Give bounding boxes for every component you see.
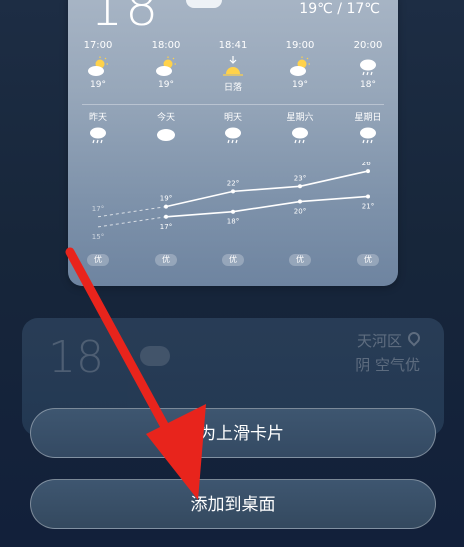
high-temp-line-segment — [165, 190, 234, 208]
daily-day: 昨天 — [88, 113, 107, 123]
high-temp-line-segment — [299, 170, 369, 188]
cloud-icon — [136, 124, 196, 148]
cloud-rain-icon — [338, 124, 398, 148]
partly-cloudy-sun-icon — [68, 56, 128, 80]
add-to-desktop-button[interactable]: 添加到桌面 — [30, 479, 436, 529]
daily-forecast: 昨天 今天 明天 星期六 星期日 — [68, 110, 398, 160]
high-temp-label: 23° — [294, 174, 306, 182]
hourly-value: 19° — [292, 80, 308, 90]
low-temp-point — [164, 214, 168, 219]
aqi-badge: 优 — [357, 254, 379, 266]
aqi-badge: 优 — [222, 254, 244, 266]
hourly-value: 18° — [360, 80, 376, 90]
cloud-rain-icon — [68, 124, 128, 148]
high-temp-line-segment — [97, 206, 167, 218]
high-temp-label: 26° — [362, 162, 374, 167]
daily-item: 昨天 — [68, 110, 128, 148]
low-temp-line-segment — [232, 200, 301, 213]
section-divider — [82, 104, 384, 105]
aqi-badge: 优 — [289, 254, 311, 266]
current-weather-icon — [186, 0, 222, 8]
location-pin-icon — [405, 329, 423, 347]
widget-location-label: 天河区 — [356, 332, 402, 350]
daily-day: 明天 — [223, 113, 242, 123]
high-temp-point — [298, 184, 302, 189]
cloud-rain-icon — [203, 124, 263, 148]
hourly-value: 日落 — [223, 83, 242, 93]
low-temp-line-segment — [97, 216, 167, 228]
high-temp-point — [231, 189, 235, 194]
weather-card-preview: 18 19℃ / 17℃ 17:00 19° 18:00 19° 18:41 日… — [68, 0, 398, 286]
daily-item: 今天 — [136, 110, 196, 148]
high-temp-label: 17° — [92, 205, 104, 213]
low-temp-line-segment — [299, 195, 369, 203]
cloud-rain-icon — [270, 124, 330, 148]
high-temp-label: 19° — [160, 195, 172, 203]
sunset-icon — [203, 56, 263, 80]
high-temp-label: 22° — [227, 179, 239, 187]
low-temp-point — [366, 194, 370, 199]
aqi-badge: 优 — [87, 254, 109, 266]
hourly-value: 19° — [90, 80, 106, 90]
cloud-rain-icon — [338, 56, 398, 80]
low-temp-label: 21° — [362, 202, 374, 210]
partly-cloudy-sun-icon — [270, 56, 330, 80]
hourly-time: 17:00 — [83, 40, 113, 51]
low-temp-label: 17° — [160, 223, 172, 231]
daily-item: 明天 — [203, 110, 263, 148]
hourly-forecast: 17:00 19° 18:00 19° 18:41 日落 19:00 19° 2… — [68, 40, 398, 100]
temperature-trend-chart: 17° 15° 19° 17° 22° 18° 23° 20° 26° 21° — [92, 162, 374, 241]
partly-cloudy-sun-icon — [136, 56, 196, 80]
hourly-item: 19:00 19° — [270, 40, 330, 90]
current-temperature: 18 — [90, 0, 161, 38]
low-temp-label: 15° — [92, 233, 104, 241]
hourly-value: 19° — [158, 80, 174, 90]
set-swipe-card-button[interactable]: 设为上滑卡片 — [30, 408, 436, 458]
widget-condition: 阴 空气优 — [355, 356, 420, 374]
daily-item: 星期六 — [270, 110, 330, 148]
high-temp-line-segment — [232, 185, 301, 193]
high-temp-point — [164, 204, 168, 209]
daily-item: 星期日 — [338, 110, 398, 148]
high-temp-point — [366, 169, 370, 174]
daily-day: 今天 — [156, 113, 175, 123]
hourly-time: 18:41 — [218, 40, 248, 51]
widget-temperature: 18 — [48, 332, 104, 383]
aqi-row: 优 优 优 优 优 — [68, 254, 398, 270]
daily-day: 星期日 — [354, 113, 382, 123]
low-temp-line-segment — [165, 210, 234, 218]
hourly-item: 17:00 19° — [68, 40, 128, 90]
low-temp-label: 18° — [227, 218, 239, 226]
low-temp-label: 20° — [294, 208, 306, 216]
low-temp-point — [231, 209, 235, 214]
daily-day: 星期六 — [286, 113, 314, 123]
temperature-range: 19℃ / 17℃ — [299, 1, 380, 17]
widget-location: 天河区 — [356, 329, 423, 351]
aqi-badge: 优 — [155, 254, 177, 266]
hourly-time: 20:00 — [353, 40, 383, 51]
hourly-item: 18:00 19° — [136, 40, 196, 90]
low-temp-point — [298, 199, 302, 204]
hourly-item: 20:00 18° — [338, 40, 398, 90]
hourly-time: 18:00 — [151, 40, 181, 51]
widget-cloud-icon — [140, 346, 170, 366]
hourly-item: 18:41 日落 — [203, 40, 263, 93]
hourly-time: 19:00 — [285, 40, 315, 51]
